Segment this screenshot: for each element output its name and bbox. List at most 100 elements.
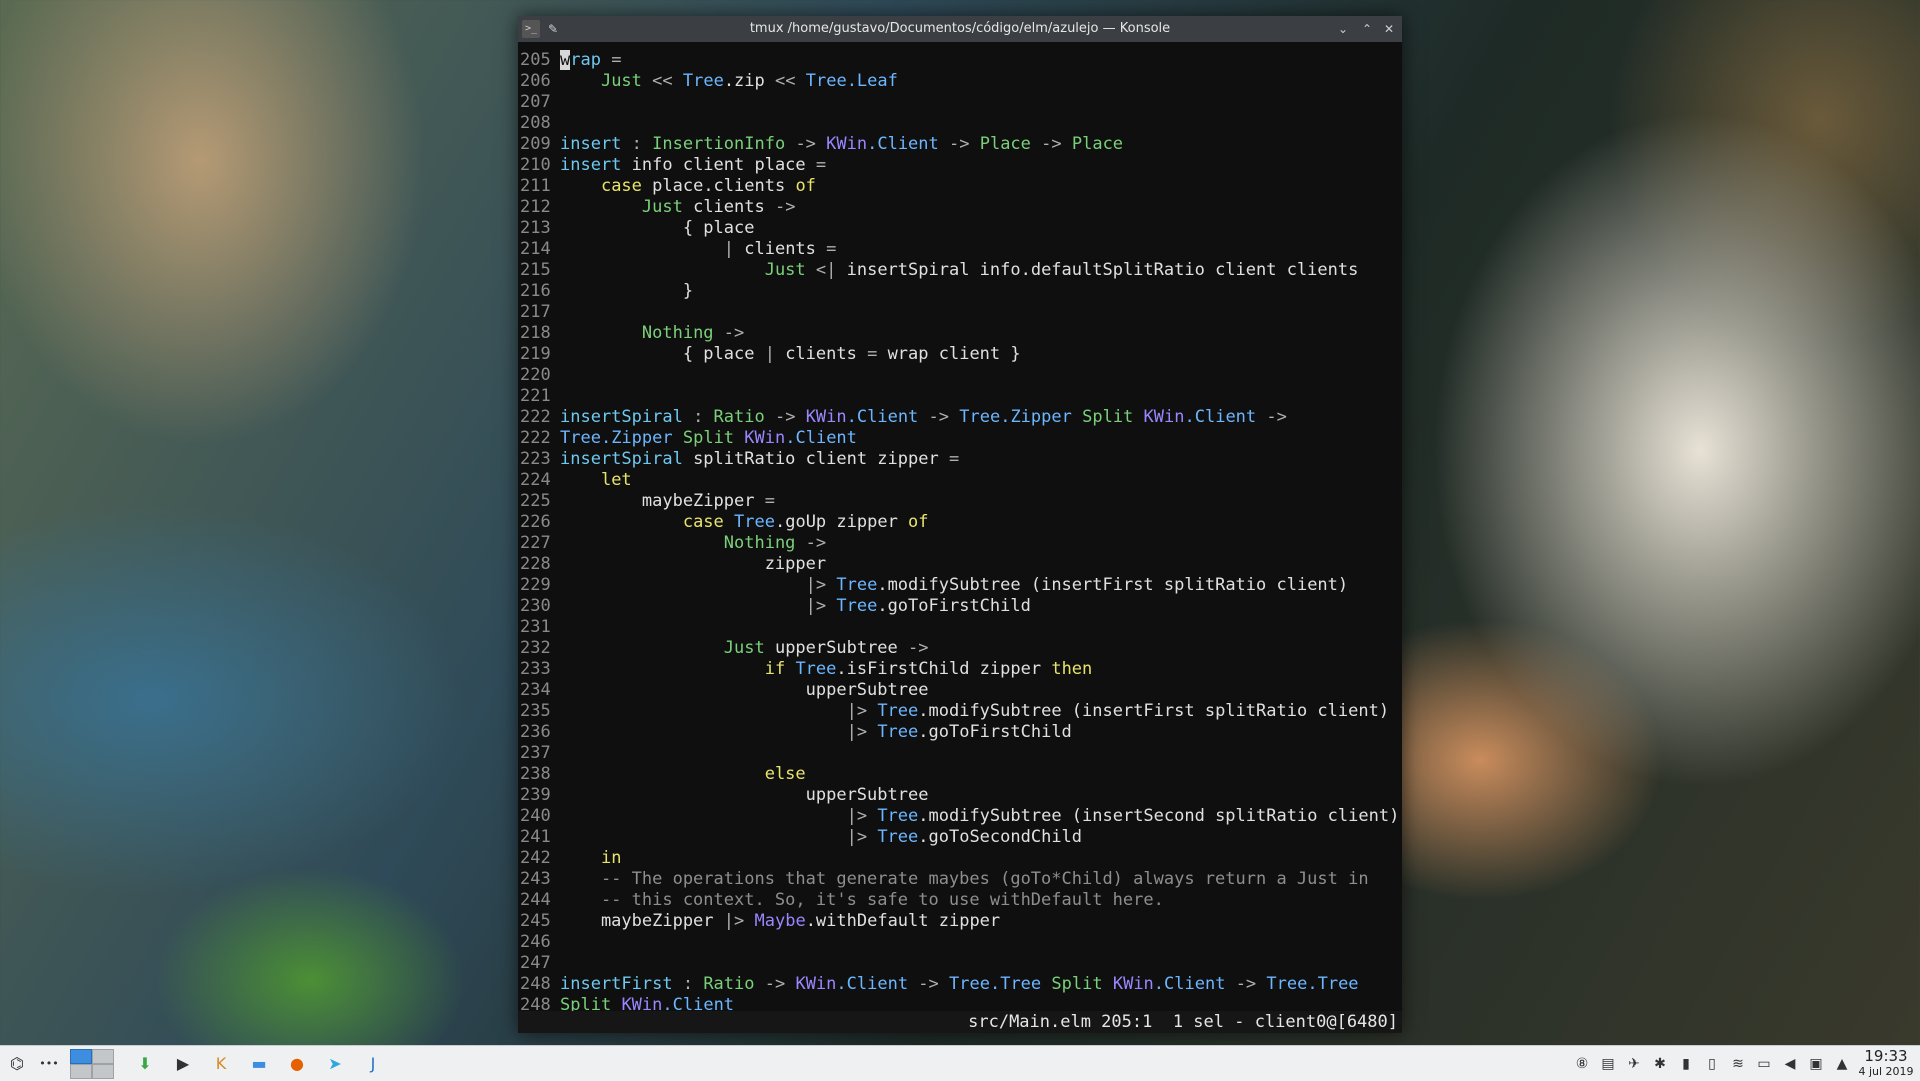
- battery-icon[interactable]: ▭: [1754, 1054, 1774, 1074]
- bluetooth-icon[interactable]: ✱: [1650, 1054, 1670, 1074]
- code-line[interactable]: 214 | clients =: [518, 239, 1399, 260]
- clipboard-icon[interactable]: ▤: [1598, 1054, 1618, 1074]
- konsole-app-icon[interactable]: >_: [522, 20, 540, 38]
- downloads-app-icon[interactable]: ⬇: [132, 1051, 158, 1077]
- code-line[interactable]: 224 let: [518, 470, 1399, 491]
- volume-icon[interactable]: ◀: [1780, 1054, 1800, 1074]
- code-token: .modifySubtree (insertFirst splitRatio c…: [877, 575, 1349, 595]
- line-number: 215: [520, 260, 551, 280]
- line-number: 227: [520, 533, 551, 553]
- code-line[interactable]: 218 Nothing ->: [518, 323, 1399, 344]
- code-line[interactable]: 228 zipper: [518, 554, 1399, 575]
- code-token: .Tree: [1307, 974, 1359, 994]
- code-token: <<: [775, 71, 796, 91]
- code-line[interactable]: 237: [518, 743, 1399, 764]
- code-line[interactable]: 234 upperSubtree: [518, 680, 1399, 701]
- code-token: Tree: [877, 806, 919, 826]
- code-line[interactable]: 230 |> Tree.goToFirstChild: [518, 596, 1399, 617]
- code-token: |>: [846, 827, 868, 847]
- code-line[interactable]: 210 insert info client place =: [518, 155, 1399, 176]
- line-number: 248: [520, 974, 551, 994]
- telegram-tray-icon[interactable]: ✈: [1624, 1054, 1644, 1074]
- line-number: 232: [520, 638, 551, 658]
- code-line[interactable]: 236 |> Tree.goToFirstChild: [518, 722, 1399, 743]
- clock[interactable]: 19:33 4 jul 2019: [1854, 1048, 1918, 1079]
- code-line[interactable]: 207: [518, 92, 1399, 113]
- desktop-4[interactable]: [92, 1064, 114, 1079]
- notification-count-icon[interactable]: ⑧: [1572, 1054, 1592, 1074]
- code-line[interactable]: 208: [518, 113, 1399, 134]
- code-line[interactable]: 246: [518, 932, 1399, 953]
- code-line[interactable]: 226 case Tree.goUp zipper of: [518, 512, 1399, 533]
- code-line[interactable]: 222 insertSpiral : Ratio -> KWin.Client -…: [518, 407, 1399, 428]
- terminal-app-icon[interactable]: ▶: [170, 1051, 196, 1077]
- more-icon[interactable]: •••: [36, 1051, 62, 1077]
- code-line[interactable]: 216 }: [518, 281, 1399, 302]
- code-line[interactable]: 215 Just <| insertSpiral info.defaultSpl…: [518, 260, 1399, 281]
- terminal-area[interactable]: 205 wrap = 206 Just << Tree.zip << Tree.Le…: [518, 42, 1402, 1033]
- desktop-1[interactable]: [70, 1049, 92, 1064]
- battery-small-icon[interactable]: ▯: [1702, 1054, 1722, 1074]
- firefox-app-icon[interactable]: ●: [284, 1051, 310, 1077]
- screenshot-icon[interactable]: ▣: [1806, 1054, 1826, 1074]
- code-line[interactable]: 206 Just << Tree.zip << Tree.Leaf: [518, 71, 1399, 92]
- code-line[interactable]: 227 Nothing ->: [518, 533, 1399, 554]
- usb-icon[interactable]: ▮: [1676, 1054, 1696, 1074]
- kakoune-app-icon[interactable]: K: [208, 1051, 234, 1077]
- telegram-app-icon[interactable]: ➤: [322, 1051, 348, 1077]
- line-number: 208: [520, 113, 551, 133]
- code-line[interactable]: 245 maybeZipper |> Maybe.withDefault zip…: [518, 911, 1399, 932]
- code-token: |>: [846, 701, 868, 721]
- file-manager-app-icon[interactable]: ▬: [246, 1051, 272, 1077]
- code-line[interactable]: 223 insertSpiral splitRatio client zipper…: [518, 449, 1399, 470]
- pin-icon[interactable]: ✎: [544, 20, 562, 38]
- wifi-icon[interactable]: ≋: [1728, 1054, 1748, 1074]
- code-line[interactable]: 244 -- this context. So, it's safe to us…: [518, 890, 1399, 911]
- code-token: Place: [1071, 134, 1124, 154]
- application-launcher-icon[interactable]: ⌬: [4, 1051, 30, 1077]
- code-line[interactable]: 241 |> Tree.goToSecondChild: [518, 827, 1399, 848]
- code-line[interactable]: 242 in: [518, 848, 1399, 869]
- code-line[interactable]: 231: [518, 617, 1399, 638]
- code-line[interactable]: 217: [518, 302, 1399, 323]
- code-line[interactable]: 238 else: [518, 764, 1399, 785]
- expand-tray-icon[interactable]: ▲: [1832, 1054, 1852, 1074]
- maximize-icon[interactable]: ⌃: [1358, 20, 1376, 38]
- desktop-2[interactable]: [92, 1049, 114, 1064]
- code-editor[interactable]: 205 wrap = 206 Just << Tree.zip << Tree.Le…: [518, 50, 1399, 1016]
- code-line[interactable]: 220: [518, 365, 1399, 386]
- code-line[interactable]: 248 insertFirst : Ratio -> KWin.Client ->…: [518, 974, 1399, 995]
- konsole-window[interactable]: >_ ✎ tmux /home/gustavo/Documentos/códig…: [518, 16, 1402, 1033]
- code-line[interactable]: 219 { place | clients = wrap client }: [518, 344, 1399, 365]
- code-line[interactable]: 247: [518, 953, 1399, 974]
- code-line[interactable]: 239 upperSubtree: [518, 785, 1399, 806]
- code-line[interactable]: 232 Just upperSubtree ->: [518, 638, 1399, 659]
- code-line[interactable]: 222 Tree.Zipper Split KWin.Client: [518, 428, 1399, 449]
- code-line[interactable]: 213 { place: [518, 218, 1399, 239]
- code-token: .modifySubtree (insertSecond splitRatio …: [918, 806, 1400, 826]
- code-line[interactable]: 229 |> Tree.modifySubtree (insertFirst s…: [518, 575, 1399, 596]
- code-line[interactable]: 212 Just clients ->: [518, 197, 1399, 218]
- code-line[interactable]: 235 |> Tree.modifySubtree (insertFirst s…: [518, 701, 1399, 722]
- code-line[interactable]: 209 insert : InsertionInfo -> KWin.Client…: [518, 134, 1399, 155]
- window-titlebar[interactable]: >_ ✎ tmux /home/gustavo/Documentos/códig…: [518, 16, 1402, 42]
- close-icon[interactable]: ✕: [1380, 20, 1398, 38]
- code-line[interactable]: 205 wrap =: [518, 50, 1399, 71]
- code-line[interactable]: 240 |> Tree.modifySubtree (insertSecond …: [518, 806, 1399, 827]
- virtual-desktop-pager[interactable]: [70, 1049, 114, 1079]
- code-line[interactable]: 221: [518, 386, 1399, 407]
- code-token: =: [815, 155, 827, 175]
- joplin-app-icon[interactable]: J: [360, 1051, 386, 1077]
- minimize-icon[interactable]: ⌄: [1334, 20, 1352, 38]
- code-token: Split: [682, 428, 735, 448]
- code-line[interactable]: 243 -- The operations that generate mayb…: [518, 869, 1399, 890]
- code-line[interactable]: 225 maybeZipper =: [518, 491, 1399, 512]
- code-line[interactable]: 233 if Tree.isFirstChild zipper then: [518, 659, 1399, 680]
- code-line[interactable]: 211 case place.clients of: [518, 176, 1399, 197]
- desktop-3[interactable]: [70, 1064, 92, 1079]
